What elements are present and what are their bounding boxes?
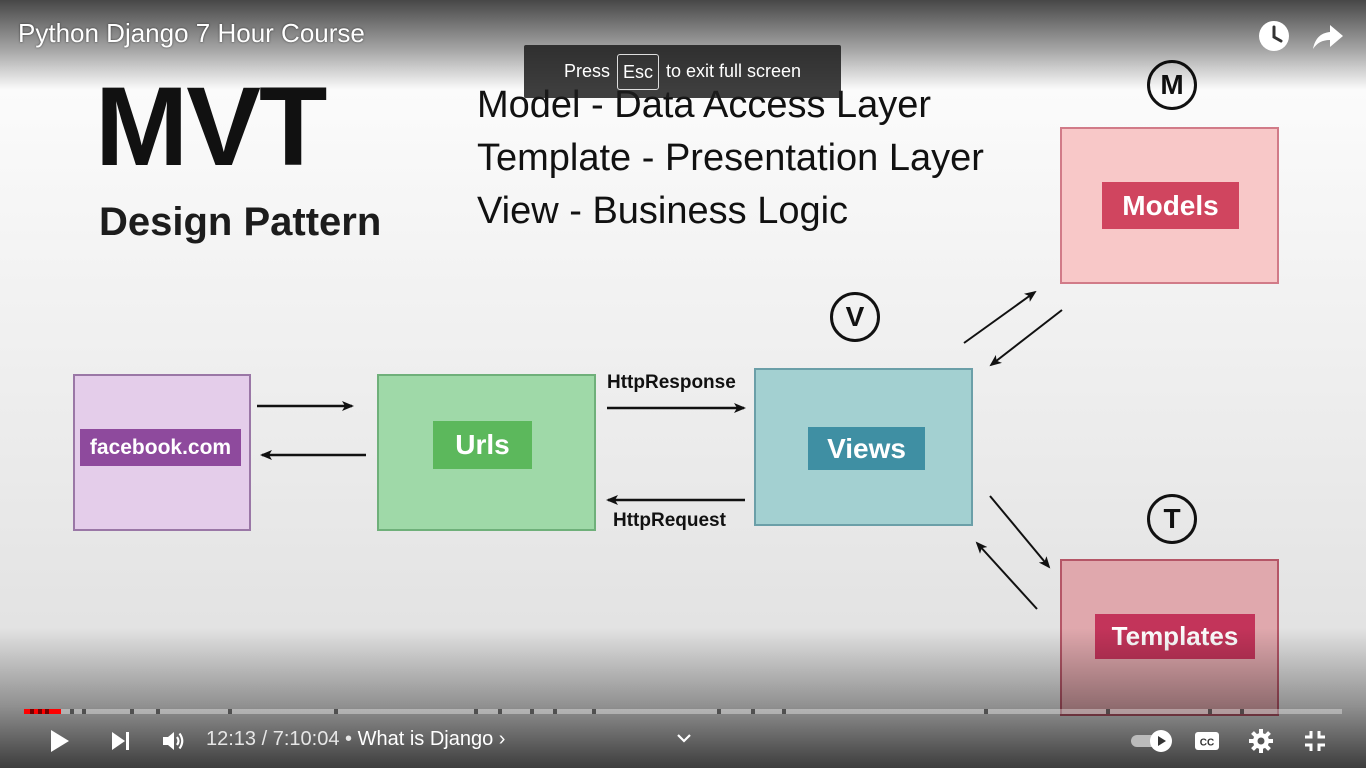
chapter-divider bbox=[156, 709, 160, 714]
video-title[interactable]: Python Django 7 Hour Course bbox=[18, 18, 365, 49]
time-display: 12:13 / 7:10:04 • What is Django › bbox=[206, 728, 505, 751]
models-badge: M bbox=[1147, 60, 1197, 110]
legend-template: Template - Presentation Layer bbox=[477, 137, 984, 179]
views-badge: V bbox=[830, 292, 880, 342]
autoplay-toggle-icon bbox=[1131, 730, 1172, 752]
current-time: 12:13 bbox=[206, 728, 257, 750]
watch-later-icon bbox=[1259, 21, 1289, 51]
http-response-label: HttpResponse bbox=[607, 372, 736, 393]
share-button[interactable] bbox=[1310, 18, 1346, 54]
chapter-divider bbox=[130, 709, 134, 714]
chapter-divider bbox=[592, 709, 596, 714]
views-label: Views bbox=[808, 427, 925, 470]
captions-icon: CC bbox=[1195, 732, 1219, 750]
chapter-title: What is Django bbox=[357, 728, 494, 750]
chapter-divider bbox=[45, 709, 49, 714]
toast-suffix: to exit full screen bbox=[665, 61, 802, 81]
autoplay-toggle[interactable] bbox=[1128, 724, 1176, 758]
progress-bar[interactable] bbox=[24, 709, 1342, 714]
chapter-divider bbox=[553, 709, 557, 714]
http-request-label: HttpRequest bbox=[613, 510, 726, 531]
chapter-divider bbox=[530, 709, 534, 714]
play-icon bbox=[51, 730, 69, 752]
share-icon bbox=[1313, 25, 1343, 49]
chapter-title-button[interactable]: What is Django › bbox=[358, 728, 506, 750]
chapter-divider bbox=[1106, 709, 1110, 714]
chapter-divider bbox=[751, 709, 755, 714]
slide-heading: MVT bbox=[95, 64, 327, 189]
settings-icon bbox=[1249, 729, 1273, 753]
legend-view: View - Business Logic bbox=[477, 190, 849, 232]
chapter-divider bbox=[82, 709, 86, 714]
chapter-divider bbox=[717, 709, 721, 714]
arrow-views-to-templates bbox=[989, 495, 1051, 569]
exit-fullscreen-button[interactable] bbox=[1300, 724, 1330, 758]
client-label: facebook.com bbox=[80, 429, 241, 466]
play-button[interactable] bbox=[42, 724, 76, 758]
arrow-views-to-models bbox=[963, 290, 1037, 344]
chapter-divider bbox=[30, 709, 34, 714]
next-button[interactable] bbox=[104, 724, 136, 758]
fullscreen-toast: Press Esc to exit full screen bbox=[524, 45, 841, 98]
templates-label: Templates bbox=[1095, 614, 1255, 659]
chapter-divider bbox=[498, 709, 502, 714]
video-frame[interactable]: MVT Design Pattern Model - Data Access L… bbox=[0, 0, 1366, 768]
chapter-divider bbox=[984, 709, 988, 714]
chapter-divider bbox=[1240, 709, 1244, 714]
chapter-divider bbox=[70, 709, 74, 714]
time-separator: / bbox=[256, 728, 273, 750]
chapter-divider bbox=[38, 709, 42, 714]
templates-badge: T bbox=[1147, 494, 1197, 544]
captions-button[interactable]: CC bbox=[1192, 724, 1222, 758]
chapter-list-toggle[interactable] bbox=[674, 728, 694, 748]
volume-icon bbox=[163, 732, 184, 750]
toast-key: Esc bbox=[616, 53, 659, 90]
chapter-divider bbox=[474, 709, 478, 714]
arrow-templates-to-views bbox=[975, 541, 1038, 610]
next-icon bbox=[112, 732, 129, 750]
svg-text:CC: CC bbox=[1200, 738, 1214, 749]
chapter-divider bbox=[228, 709, 232, 714]
exit-fullscreen-icon bbox=[1305, 731, 1325, 751]
chapter-divider bbox=[334, 709, 338, 714]
chapter-divider bbox=[1208, 709, 1212, 714]
models-label: Models bbox=[1102, 182, 1239, 229]
chapter-bullet: • bbox=[339, 728, 358, 750]
chevron-right-icon: › bbox=[498, 728, 506, 750]
urls-label: Urls bbox=[433, 421, 532, 469]
toast-prefix: Press bbox=[563, 61, 610, 81]
arrow-models-to-views bbox=[989, 309, 1063, 367]
total-time: 7:10:04 bbox=[272, 728, 340, 750]
volume-button[interactable] bbox=[156, 724, 190, 758]
slide-subheading: Design Pattern bbox=[99, 200, 382, 244]
watch-later-button[interactable] bbox=[1256, 18, 1292, 54]
chapter-divider bbox=[782, 709, 786, 714]
settings-button[interactable] bbox=[1246, 724, 1276, 758]
chevron-down-icon bbox=[677, 734, 691, 743]
